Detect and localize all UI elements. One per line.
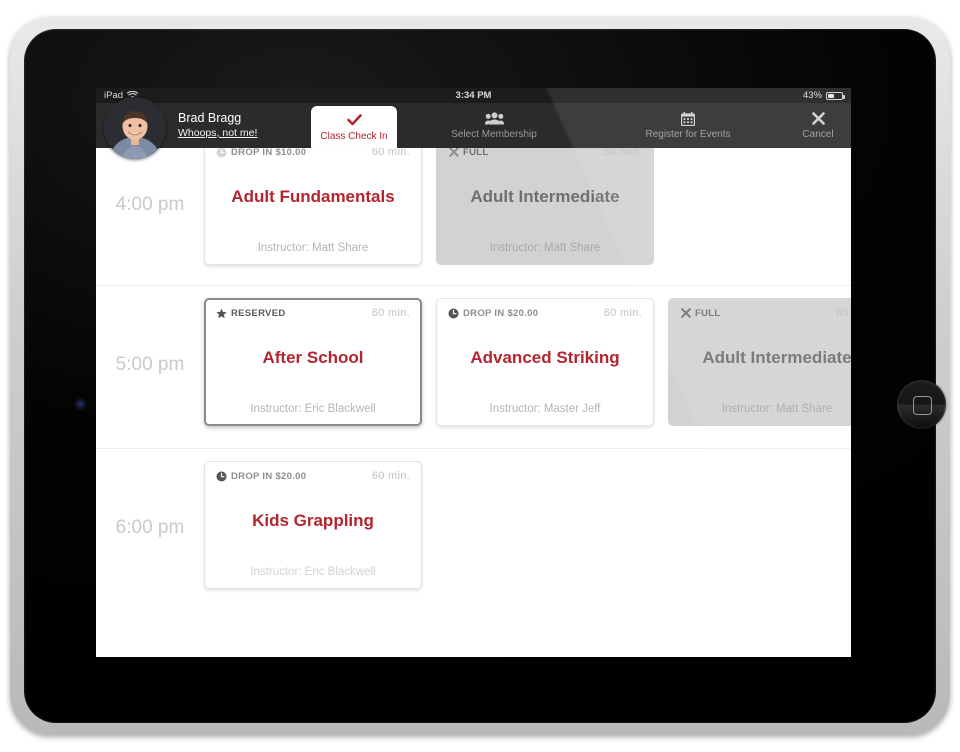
- card-badge-label: FULL: [463, 146, 489, 158]
- close-icon: [680, 308, 691, 319]
- card-instructor: Instructor: Matt Share: [721, 403, 833, 415]
- close-icon: [448, 147, 459, 158]
- card-title: Adult Fundamentals: [231, 187, 395, 206]
- status-time: 3:34 PM: [455, 90, 492, 101]
- card-badge: RESERVED: [216, 308, 286, 319]
- user-block: Brad Bragg Whoops, not me!: [96, 97, 311, 159]
- clock-icon: [448, 308, 459, 319]
- tab-class-check-in[interactable]: Class Check In: [311, 106, 397, 148]
- card-badge-label: DROP IN $20.00: [231, 470, 307, 482]
- card-header: FULL 60 min.: [680, 307, 851, 319]
- card-badge-label: RESERVED: [231, 307, 286, 319]
- card-badge-label: FULL: [695, 307, 721, 319]
- card-header: DROP IN $20.00 60 min.: [448, 307, 642, 319]
- time-label: 4:00 pm: [115, 194, 185, 215]
- avatar[interactable]: [104, 97, 166, 159]
- battery-percent-label: 43%: [802, 90, 822, 101]
- card-instructor: Instructor: Eric Blackwell: [250, 403, 376, 415]
- home-button[interactable]: [897, 380, 946, 429]
- card-instructor: Instructor: Matt Share: [489, 242, 601, 254]
- card-duration: 60 min.: [835, 307, 851, 319]
- card-badge: FULL: [680, 308, 720, 319]
- status-bar: iPad 3:34 PM 43%: [96, 88, 851, 103]
- row-cards: RESERVED 60 min. After School Instructor…: [204, 298, 851, 426]
- tab-label: Select Membership: [451, 129, 537, 140]
- schedule-row: 5:00 pm RESERVED 60 min. After School In…: [96, 286, 851, 449]
- class-card[interactable]: RESERVED 60 min. After School Instructor…: [204, 298, 422, 426]
- class-card: FULL 50 min. Adult Intermediate Instruct…: [436, 137, 654, 265]
- card-badge: FULL: [448, 147, 488, 158]
- card-instructor: Instructor: Eric Blackwell: [250, 566, 376, 578]
- card-duration: 60 min.: [371, 470, 410, 482]
- card-title: Advanced Striking: [470, 348, 620, 367]
- top-nav-bar: Brad Bragg Whoops, not me! Class Check I…: [96, 97, 851, 159]
- tab-label: Class Check In: [320, 130, 388, 142]
- class-card[interactable]: DROP IN $20.00 60 min. Kids Grappling In…: [204, 461, 422, 589]
- time-label: 5:00 pm: [115, 354, 185, 375]
- schedule-row: 6:00 pm DROP IN $20.00 60 min. Kids Grap…: [96, 449, 851, 611]
- time-label: 6:00 pm: [115, 517, 185, 538]
- front-camera-icon: [75, 399, 86, 410]
- star-icon: [216, 308, 227, 319]
- card-instructor: Instructor: Matt Share: [257, 242, 369, 254]
- card-title: Kids Grappling: [252, 511, 374, 530]
- card-duration: 60 min.: [603, 307, 642, 319]
- calendar-icon: [681, 111, 695, 126]
- card-badge-label: DROP IN $20.00: [463, 307, 539, 319]
- tab-cancel[interactable]: Cancel: [785, 103, 851, 148]
- people-icon: [484, 111, 504, 126]
- row-cards: DROP IN $20.00 60 min. Kids Grappling In…: [204, 461, 851, 589]
- ipad-screen: iPad 3:34 PM 43% Brad Bragg Whoops, not …: [96, 88, 851, 657]
- not-me-link[interactable]: Whoops, not me!: [178, 127, 257, 140]
- card-title: After School: [262, 348, 364, 367]
- card-header: RESERVED 60 min.: [216, 307, 410, 319]
- tab-select-membership[interactable]: Select Membership: [397, 103, 591, 148]
- card-header: DROP IN $20.00 60 min.: [216, 470, 410, 482]
- class-card[interactable]: DROP IN $10.00 60 min. Adult Fundamental…: [204, 137, 422, 265]
- card-badge: DROP IN $20.00: [448, 308, 538, 319]
- tab-label: Cancel: [802, 129, 834, 140]
- card-badge-label: DROP IN $10.00: [231, 146, 307, 158]
- card-duration: 60 min.: [371, 307, 410, 319]
- schedule-row: 4:00 pm DROP IN $10.00 60 min. Adult Fun…: [96, 137, 851, 286]
- tab-label: Register for Events: [645, 129, 731, 140]
- card-badge: DROP IN $20.00: [216, 471, 306, 482]
- tab-register-for-events[interactable]: Register for Events: [591, 103, 785, 148]
- card-badge: DROP IN $10.00: [216, 147, 306, 158]
- battery-icon: [826, 91, 845, 100]
- close-icon: [811, 111, 825, 126]
- class-card[interactable]: DROP IN $20.00 60 min. Advanced Striking…: [436, 298, 654, 426]
- check-icon: [346, 113, 362, 128]
- card-instructor: Instructor: Master Jeff: [489, 403, 601, 415]
- card-title: Adult Intermediate: [702, 348, 851, 367]
- row-cards: DROP IN $10.00 60 min. Adult Fundamental…: [204, 137, 851, 265]
- class-card: FULL 60 min. Adult Intermediate Instruct…: [668, 298, 851, 426]
- class-schedule: 4:00 pm DROP IN $10.00 60 min. Adult Fun…: [96, 137, 851, 657]
- user-name: Brad Bragg: [178, 111, 242, 126]
- card-title: Adult Intermediate: [470, 187, 620, 206]
- clock-icon: [216, 147, 227, 158]
- clock-icon: [216, 471, 227, 482]
- nav-actions: Class Check In Select Membership Registe…: [311, 103, 851, 148]
